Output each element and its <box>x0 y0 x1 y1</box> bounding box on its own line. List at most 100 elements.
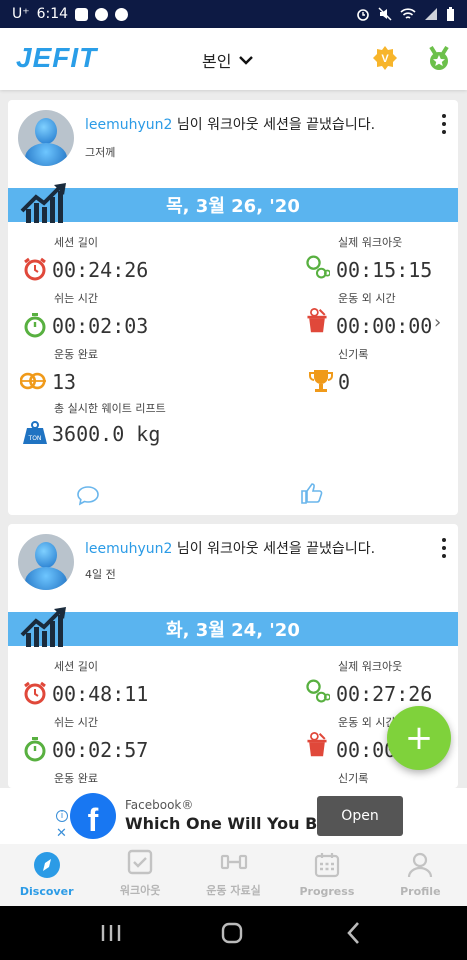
user-selector[interactable]: 본인 <box>202 48 254 72</box>
post-time: 그저께 <box>85 146 116 159</box>
carrier-label: U⁺ <box>12 6 30 22</box>
trend-up-icon <box>20 607 66 647</box>
chevron-down-icon <box>239 56 254 65</box>
chat-bubble-icon <box>95 7 109 21</box>
exercise-time-label: 운동 외 시간 <box>338 292 396 305</box>
signal-icon <box>425 8 437 20</box>
session-length-value: 00:24:26 <box>52 258 149 282</box>
avatar[interactable] <box>18 110 74 166</box>
post-headline: leemuhyun2 님이 워크아웃 세션을 끝냈습니다. <box>85 538 375 558</box>
session-length-value: 00:48:11 <box>52 682 149 706</box>
app-header: JEFIT 본인 V <box>0 28 467 90</box>
actual-workout-value: 00:15:15 <box>336 258 433 282</box>
svg-text:TON: TON <box>28 435 42 442</box>
system-nav-bar <box>0 906 467 960</box>
nav-workout[interactable]: 워크아웃 <box>93 844 186 906</box>
svg-text:V: V <box>381 53 389 65</box>
total-weight-value: 3600.0 kg <box>52 422 161 446</box>
exercises-done-label: 운동 완료 <box>54 348 98 361</box>
records-label: 신기록 <box>338 772 369 785</box>
battery-icon <box>447 7 454 21</box>
home-icon[interactable] <box>218 919 246 947</box>
ad-title[interactable]: Which One Will You Be? <box>125 814 337 833</box>
more-options-icon[interactable] <box>440 538 448 558</box>
weight-plates-icon <box>20 372 46 390</box>
like-icon[interactable] <box>300 481 324 505</box>
ton-weight-icon: TON <box>23 421 47 444</box>
alarm-clock-icon <box>24 681 46 705</box>
add-workout-button[interactable]: + <box>387 706 451 770</box>
mute-icon <box>378 7 392 21</box>
user-selector-label: 본인 <box>202 52 232 71</box>
instagram-icon <box>75 7 89 21</box>
exercises-done-value: 13 <box>52 370 77 394</box>
date-banner: 목, 3월 26, '20 <box>8 188 458 222</box>
alarm-clock-icon <box>24 257 46 281</box>
post-username[interactable]: leemuhyun2 <box>85 541 172 557</box>
actual-workout-value: 00:27:26 <box>336 682 433 706</box>
post-username[interactable]: leemuhyun2 <box>85 117 172 133</box>
status-bar: U⁺ 6:14 <box>0 0 467 28</box>
exercises-done-label: 운동 완료 <box>54 772 98 785</box>
total-weight-label: 총 실시한 웨이트 리프트 <box>54 402 166 415</box>
workout-card[interactable]: leemuhyun2 님이 워크아웃 세션을 끝냈습니다. 그저께 목, 3월 … <box>8 100 458 515</box>
stopwatch-icon <box>24 737 46 762</box>
comment-icon[interactable] <box>76 483 100 507</box>
session-length-label: 세션 길이 <box>54 236 98 249</box>
checkbox-icon <box>127 849 153 875</box>
nav-discover[interactable]: Discover <box>0 844 93 906</box>
ad-banner[interactable]: i ✕ f Facebook® Which One Will You Be? O… <box>0 788 467 844</box>
nav-profile-label: Profile <box>400 885 441 898</box>
exercise-time-value: 00:00:00 <box>336 314 433 338</box>
post-action: 님이 워크아웃 세션을 끝냈습니다. <box>176 541 376 557</box>
back-icon[interactable] <box>340 919 368 947</box>
ad-info-icon[interactable]: i <box>56 810 68 822</box>
alarm-icon <box>357 9 369 21</box>
chevron-right-icon[interactable]: › <box>434 312 441 333</box>
recent-apps-icon[interactable] <box>97 919 125 947</box>
nav-discover-label: Discover <box>19 885 74 898</box>
trend-up-icon <box>20 183 66 223</box>
bottom-nav: Discover 워크아웃 운동 자료실 Progress Profile <box>0 844 467 906</box>
ad-open-button[interactable]: Open <box>317 796 403 836</box>
vip-badge-icon[interactable]: V <box>372 45 398 71</box>
jefit-logo: JEFIT <box>16 42 98 73</box>
clock: 6:14 <box>36 6 69 22</box>
app-notification-icon <box>115 7 129 21</box>
compass-icon <box>33 852 60 878</box>
exercise-time-label: 운동 외 시간 <box>338 716 396 729</box>
avatar[interactable] <box>18 534 74 590</box>
rest-time-label: 쉬는 시간 <box>54 292 98 305</box>
rest-time-value: 00:02:03 <box>52 314 149 338</box>
post-headline: leemuhyun2 님이 워크아웃 세션을 끝냈습니다. <box>85 114 375 134</box>
records-label: 신기록 <box>338 348 369 361</box>
nav-progress-label: Progress <box>299 885 355 898</box>
post-time: 4일 전 <box>85 568 116 581</box>
trophy-icon <box>309 370 333 392</box>
records-value: 0 <box>338 370 351 394</box>
nav-exercise-library[interactable]: 운동 자료실 <box>187 844 280 906</box>
workout-timer-icon <box>306 679 330 703</box>
more-options-icon[interactable] <box>440 114 448 134</box>
session-length-label: 세션 길이 <box>54 660 98 673</box>
trash-timer-icon <box>307 308 327 333</box>
dumbbell-icon <box>220 854 247 870</box>
nav-workout-label: 워크아웃 <box>119 884 161 897</box>
medal-icon[interactable] <box>426 45 452 71</box>
ad-content[interactable]: i ✕ f Facebook® Which One Will You Be? O… <box>52 788 415 844</box>
person-icon <box>408 852 433 878</box>
nav-exercise-library-label: 운동 자료실 <box>206 884 261 897</box>
rest-time-label: 쉬는 시간 <box>54 716 98 729</box>
workout-timer-icon <box>306 255 330 279</box>
post-action: 님이 워크아웃 세션을 끝냈습니다. <box>176 117 376 133</box>
ad-source: Facebook® <box>125 798 194 812</box>
nav-progress[interactable]: Progress <box>280 844 373 906</box>
date-banner: 화, 3월 24, '20 <box>8 612 458 646</box>
calendar-icon <box>314 853 340 878</box>
actual-workout-label: 실제 워크아웃 <box>338 236 403 249</box>
ad-close-icon[interactable]: ✕ <box>56 826 67 841</box>
actual-workout-label: 실제 워크아웃 <box>338 660 403 673</box>
facebook-logo-icon: f <box>70 793 116 839</box>
nav-profile[interactable]: Profile <box>374 844 467 906</box>
rest-time-value: 00:02:57 <box>52 738 149 762</box>
